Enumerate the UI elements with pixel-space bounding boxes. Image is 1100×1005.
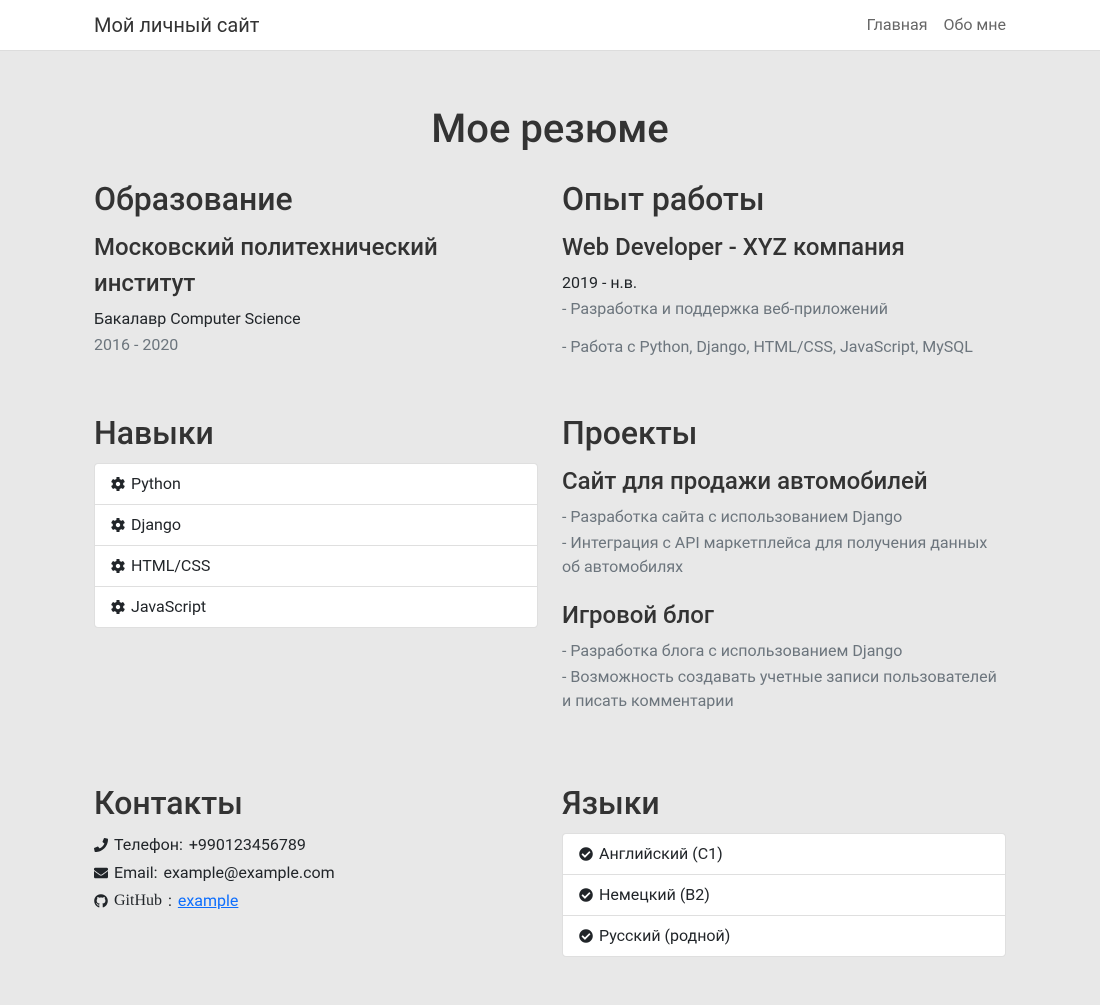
github-label: GitHub — [114, 889, 162, 913]
colon: : — [168, 889, 172, 913]
languages-heading: Языки — [562, 779, 1006, 827]
education-section: Образование Московский политехнический и… — [94, 175, 538, 361]
experience-section: Опыт работы Web Developer - XYZ компания… — [562, 175, 1006, 361]
experience-position: Web Developer - XYZ компания — [562, 229, 1006, 265]
contacts-heading: Контакты — [94, 779, 538, 827]
skill-label: Django — [131, 513, 181, 537]
skills-list: Python Django HTML/CSS JavaScript — [94, 463, 538, 628]
list-item: Django — [95, 505, 537, 546]
contact-email: Email: example@example.com — [94, 861, 538, 885]
list-item: Python — [95, 464, 537, 505]
education-heading: Образование — [94, 175, 538, 223]
contacts-section: Контакты Телефон: +990123456789 Email: e… — [94, 779, 538, 957]
github-link[interactable]: example — [178, 889, 239, 913]
list-item: Немецкий (B2) — [563, 875, 1005, 916]
row-skills-projects: Навыки Python Django HTML/CSS JavaScript — [94, 409, 1006, 731]
row-education-experience: Образование Московский политехнический и… — [94, 175, 1006, 361]
phone-label: Телефон: — [114, 833, 183, 857]
project-item: Игровой блог - Разработка блога с исполь… — [562, 597, 1006, 713]
list-item: Английский (C1) — [563, 834, 1005, 875]
skills-section: Навыки Python Django HTML/CSS JavaScript — [94, 409, 538, 731]
gear-icon — [111, 600, 125, 614]
nav-link-about[interactable]: Обо мне — [943, 13, 1006, 37]
project-title: Сайт для продажи автомобилей — [562, 463, 1006, 499]
project-bullet: - Возможность создавать учетные записи п… — [562, 665, 1006, 713]
languages-section: Языки Английский (C1) Немецкий (B2) Русс… — [562, 779, 1006, 957]
check-circle-icon — [579, 847, 593, 861]
education-school: Московский политехнический институт — [94, 229, 538, 301]
education-degree: Бакалавр Computer Science — [94, 307, 538, 331]
email-label: Email: — [114, 861, 157, 885]
list-item: HTML/CSS — [95, 546, 537, 587]
language-label: Русский (родной) — [599, 924, 730, 948]
skill-label: Python — [131, 472, 181, 496]
skills-heading: Навыки — [94, 409, 538, 457]
projects-section: Проекты Сайт для продажи автомобилей - Р… — [562, 409, 1006, 731]
education-years: 2016 - 2020 — [94, 333, 538, 357]
github-icon — [94, 894, 108, 908]
gear-icon — [111, 477, 125, 491]
skill-label: JavaScript — [131, 595, 206, 619]
project-bullet: - Интеграция с API маркетплейса для полу… — [562, 531, 1006, 579]
language-label: Английский (C1) — [599, 842, 723, 866]
email-value: example@example.com — [163, 861, 334, 885]
phone-value: +990123456789 — [189, 833, 306, 857]
gear-icon — [111, 518, 125, 532]
project-title: Игровой блог — [562, 597, 1006, 633]
list-item: Русский (родной) — [563, 916, 1005, 956]
contact-phone: Телефон: +990123456789 — [94, 833, 538, 857]
gear-icon — [111, 559, 125, 573]
project-item: Сайт для продажи автомобилей - Разработк… — [562, 463, 1006, 579]
skill-label: HTML/CSS — [131, 554, 210, 578]
list-item: JavaScript — [95, 587, 537, 627]
experience-heading: Опыт работы — [562, 175, 1006, 223]
experience-bullet: - Работа с Python, Django, HTML/CSS, Jav… — [562, 335, 1006, 359]
envelope-icon — [94, 866, 108, 880]
nav-links: Главная Обо мне — [867, 13, 1006, 37]
project-bullet: - Разработка сайта с использованием Djan… — [562, 505, 1006, 529]
language-label: Немецкий (B2) — [599, 883, 710, 907]
check-circle-icon — [579, 888, 593, 902]
page-title: Мое резюме — [94, 99, 1006, 159]
navbar: Мой личный сайт Главная Обо мне — [0, 0, 1100, 51]
projects-heading: Проекты — [562, 409, 1006, 457]
experience-period: 2019 - н.в. — [562, 271, 1006, 295]
row-contacts-languages: Контакты Телефон: +990123456789 Email: e… — [94, 779, 1006, 957]
languages-list: Английский (C1) Немецкий (B2) Русский (р… — [562, 833, 1006, 957]
project-bullet: - Разработка блога с использованием Djan… — [562, 639, 1006, 663]
nav-link-home[interactable]: Главная — [867, 13, 928, 37]
experience-bullet: - Разработка и поддержка веб-приложений — [562, 297, 1006, 321]
contact-github: GitHub:example — [94, 889, 538, 913]
navbar-brand[interactable]: Мой личный сайт — [94, 10, 259, 40]
phone-icon — [94, 838, 108, 852]
